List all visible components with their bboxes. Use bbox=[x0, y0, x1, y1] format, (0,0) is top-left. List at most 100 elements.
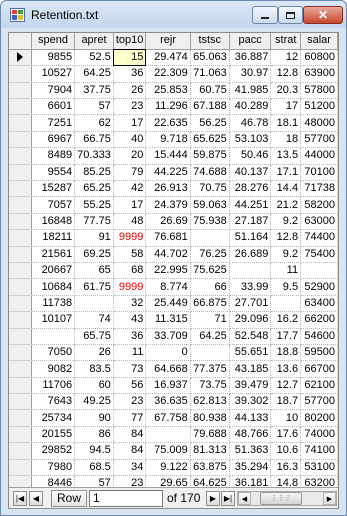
table-cell[interactable]: 56.25 bbox=[190, 114, 230, 132]
table-cell[interactable]: 22.995 bbox=[145, 262, 191, 280]
horizontal-scrollbar[interactable]: ◀ ⋮⋮⋮ ▶ bbox=[237, 491, 337, 506]
table-cell[interactable]: 9.2 bbox=[270, 246, 302, 263]
table-cell[interactable]: 8489 bbox=[31, 147, 76, 165]
table-cell[interactable]: 29852 bbox=[31, 442, 76, 460]
table-cell[interactable]: 63000 bbox=[300, 213, 338, 231]
table-cell[interactable]: 55.25 bbox=[74, 196, 114, 214]
table-cell[interactable]: 12.8 bbox=[270, 65, 302, 83]
table-cell[interactable]: 7643 bbox=[31, 393, 76, 411]
table-cell[interactable]: 9.122 bbox=[145, 459, 191, 477]
table-cell[interactable]: 58200 bbox=[300, 196, 338, 214]
table-cell[interactable]: 7050 bbox=[31, 344, 76, 362]
table-cell[interactable]: 33.709 bbox=[145, 328, 191, 345]
table-cell[interactable]: 65.063 bbox=[190, 49, 230, 67]
table-cell[interactable]: 64.25 bbox=[74, 65, 114, 83]
row-label-button[interactable]: Row bbox=[51, 490, 87, 507]
table-cell[interactable]: 75.938 bbox=[190, 213, 230, 231]
table-cell[interactable]: 26.913 bbox=[145, 180, 191, 198]
table-cell[interactable]: 12.7 bbox=[270, 377, 302, 395]
table-cell[interactable]: 7980 bbox=[31, 459, 76, 477]
table-cell[interactable]: 52.5 bbox=[74, 49, 114, 67]
table-cell[interactable]: 7904 bbox=[31, 82, 76, 100]
table-cell[interactable]: 81.313 bbox=[190, 442, 230, 460]
table-cell[interactable]: 74100 bbox=[300, 442, 338, 460]
table-cell[interactable]: 8.774 bbox=[145, 278, 191, 296]
table-cell[interactable]: 66.875 bbox=[190, 295, 230, 313]
table-cell[interactable]: 53.103 bbox=[229, 131, 272, 149]
table-cell[interactable]: 29.474 bbox=[145, 49, 191, 67]
table-cell[interactable]: 17.6 bbox=[270, 426, 302, 444]
table-cell[interactable]: 68.75 bbox=[75, 508, 114, 509]
table-cell[interactable]: 37.75 bbox=[74, 82, 114, 100]
current-row-input[interactable]: 1 bbox=[89, 490, 163, 507]
table-cell[interactable]: 66700 bbox=[300, 360, 338, 378]
table-cell[interactable]: 65.25 bbox=[74, 180, 114, 198]
row-header[interactable] bbox=[9, 393, 32, 411]
table-cell[interactable]: 7251 bbox=[31, 114, 76, 132]
table-cell[interactable]: 33.99 bbox=[229, 278, 272, 296]
table-cell[interactable]: 17 bbox=[113, 114, 147, 132]
table-cell[interactable]: 65.625 bbox=[190, 131, 230, 149]
table-cell[interactable]: 39.302 bbox=[229, 393, 272, 411]
table-cell[interactable]: 67.188 bbox=[190, 98, 230, 116]
table-cell[interactable]: 76.681 bbox=[145, 229, 191, 247]
table-cell[interactable]: 67.758 bbox=[145, 409, 191, 427]
table-cell[interactable]: 86 bbox=[74, 426, 114, 444]
table-cell[interactable]: 16.3 bbox=[270, 459, 302, 477]
table-cell[interactable]: 64.668 bbox=[145, 360, 191, 378]
table-cell[interactable]: 75.625 bbox=[190, 262, 230, 280]
table-cell[interactable]: 18.8 bbox=[270, 344, 302, 362]
table-cell[interactable]: 14.4 bbox=[270, 180, 302, 198]
table-cell[interactable]: 20.3 bbox=[270, 82, 302, 100]
row-header[interactable] bbox=[9, 196, 32, 214]
table-cell[interactable]: 53100 bbox=[300, 459, 338, 477]
table-cell[interactable] bbox=[270, 295, 302, 313]
row-header[interactable] bbox=[9, 377, 32, 395]
row-header[interactable] bbox=[9, 65, 32, 83]
table-cell[interactable]: 18.7 bbox=[270, 393, 302, 411]
table-cell[interactable]: 18211 bbox=[31, 229, 76, 247]
table-cell[interactable]: 21561 bbox=[31, 246, 76, 263]
table-cell[interactable]: 65.75 bbox=[74, 328, 114, 345]
row-header[interactable] bbox=[9, 164, 32, 182]
table-cell[interactable]: 60800 bbox=[300, 49, 338, 67]
table-cell[interactable]: 34 bbox=[113, 459, 147, 477]
scroll-left-icon[interactable]: ◀ bbox=[238, 492, 251, 505]
table-cell[interactable]: 10 bbox=[270, 409, 302, 427]
table-cell[interactable]: 74000 bbox=[300, 426, 338, 444]
row-header[interactable] bbox=[9, 82, 32, 100]
column-header-spend[interactable]: spend bbox=[31, 33, 76, 50]
table-cell[interactable]: 84 bbox=[113, 442, 147, 460]
row-header[interactable] bbox=[9, 131, 32, 149]
table-cell[interactable]: 79.688 bbox=[190, 426, 230, 444]
table-cell[interactable]: 32 bbox=[113, 295, 147, 313]
table-cell[interactable]: 63.889 bbox=[190, 508, 229, 509]
table-cell[interactable]: 73.75 bbox=[190, 377, 230, 395]
table-cell[interactable]: 36.887 bbox=[229, 49, 272, 67]
table-cell[interactable]: 12.8 bbox=[270, 229, 302, 247]
table-cell[interactable]: 42 bbox=[113, 180, 147, 198]
table-cell[interactable]: 52.548 bbox=[229, 328, 272, 345]
row-header[interactable] bbox=[9, 360, 32, 378]
table-cell[interactable]: 48 bbox=[113, 213, 147, 231]
table-cell[interactable]: 59.063 bbox=[190, 196, 230, 214]
maximize-button[interactable] bbox=[278, 6, 303, 24]
table-cell[interactable]: 69.25 bbox=[74, 246, 114, 263]
table-cell[interactable]: 44000 bbox=[300, 147, 338, 165]
table-cell[interactable]: 75400 bbox=[300, 246, 338, 263]
table-cell[interactable]: 20155 bbox=[31, 426, 76, 444]
table-cell[interactable]: 51900 bbox=[301, 508, 338, 509]
table-cell[interactable]: 11738 bbox=[31, 295, 76, 313]
table-cell[interactable] bbox=[190, 344, 230, 362]
row-header[interactable] bbox=[9, 311, 32, 329]
table-cell[interactable]: 64.25 bbox=[190, 328, 230, 345]
table-cell[interactable]: 13.5 bbox=[270, 147, 302, 165]
table-cell[interactable]: 10684 bbox=[31, 278, 76, 296]
table-cell[interactable]: 94.5 bbox=[74, 442, 114, 460]
table-cell[interactable]: 9999 bbox=[113, 278, 147, 296]
column-header-apret[interactable]: apret bbox=[74, 33, 114, 50]
table-cell[interactable]: 16.2 bbox=[270, 311, 302, 329]
table-cell[interactable]: 54600 bbox=[300, 328, 338, 345]
table-cell[interactable]: 6967 bbox=[31, 131, 76, 149]
table-cell[interactable]: 43 bbox=[113, 311, 147, 329]
